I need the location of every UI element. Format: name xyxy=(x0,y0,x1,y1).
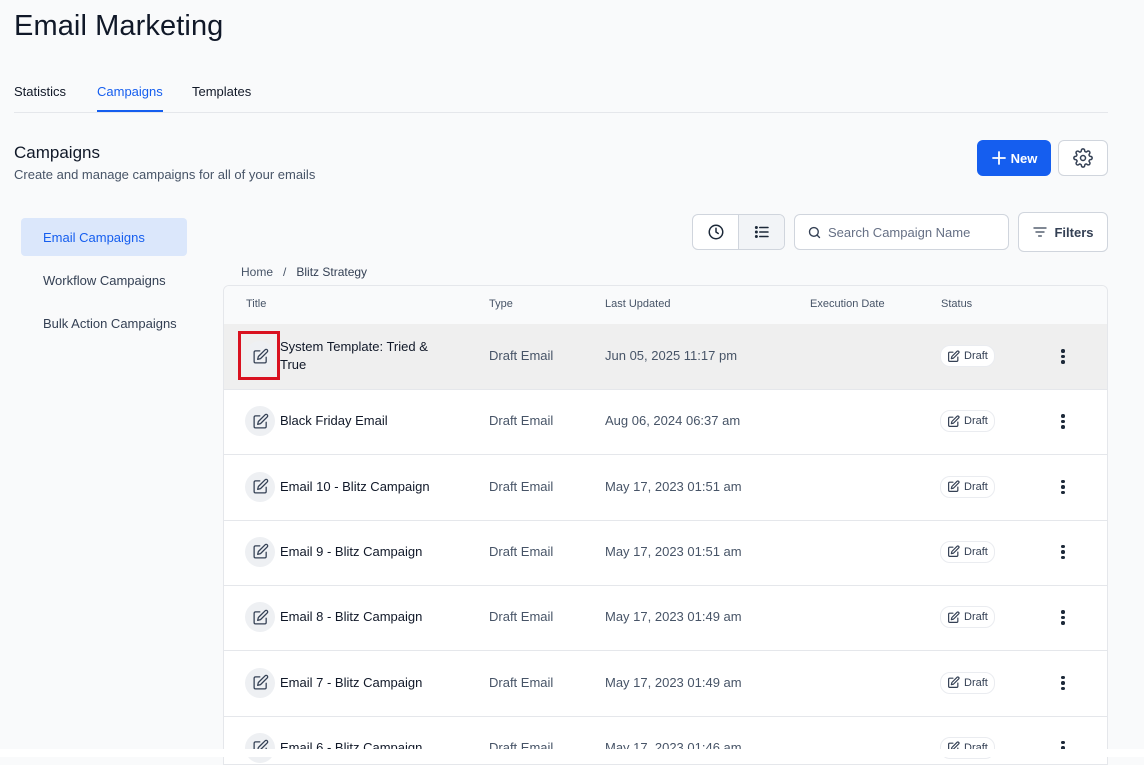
edit-icon[interactable] xyxy=(245,471,275,502)
campaign-last-updated: Jun 05, 2025 11:17 pm xyxy=(605,348,738,363)
breadcrumb-home[interactable]: Home xyxy=(241,265,273,279)
more-options-icon[interactable] xyxy=(1056,479,1070,495)
column-header-execution-date: Execution Date xyxy=(810,298,885,310)
status-label: Draft xyxy=(964,350,988,362)
campaign-type: Draft Email xyxy=(489,478,554,494)
campaign-title[interactable]: Black Friday Email xyxy=(280,412,450,430)
tab-bar: Statistics Campaigns Templates xyxy=(14,82,1108,113)
status-badge: Draft xyxy=(940,345,995,367)
campaign-title[interactable]: Email 7 - Blitz Campaign xyxy=(280,674,450,692)
campaign-last-updated: May 17, 2023 01:51 am xyxy=(605,478,742,494)
edit-icon xyxy=(947,676,960,689)
edit-icon xyxy=(947,480,960,493)
view-toggle xyxy=(692,214,785,250)
filters-label: Filters xyxy=(1054,224,1094,240)
campaigns-table: Title Type Last Updated Execution Date S… xyxy=(223,285,1108,765)
table-row[interactable]: Email 7 - Blitz Campaign Draft Email May 1… xyxy=(224,651,1107,717)
campaign-title[interactable]: Email 10 - Blitz Campaign xyxy=(280,478,450,496)
status-label: Draft xyxy=(964,480,988,493)
table-row[interactable]: Email 9 - Blitz Campaign Draft Email May 1… xyxy=(224,520,1107,586)
status-label: Draft xyxy=(964,415,988,428)
status-badge: Draft xyxy=(940,475,995,498)
list-icon xyxy=(753,223,771,241)
tab-statistics[interactable]: Statistics xyxy=(14,84,66,99)
edit-icon xyxy=(947,415,960,428)
sidebar-item-bulk-action-campaigns[interactable]: Bulk Action Campaigns xyxy=(21,304,187,342)
campaign-title[interactable]: System Template: Tried & True xyxy=(280,338,450,374)
column-header-type: Type xyxy=(489,298,513,310)
tab-templates[interactable]: Templates xyxy=(192,84,251,99)
status-badge: Draft xyxy=(940,410,995,433)
table-row[interactable]: Email 6 - Blitz Campaign Draft Email May 1… xyxy=(224,716,1107,764)
page-title: Email Marketing xyxy=(14,10,224,42)
breadcrumb-current: Blitz Strategy xyxy=(296,265,368,279)
table-row[interactable]: Black Friday Email Draft Email Aug 06, 202… xyxy=(224,389,1107,456)
breadcrumb: Home / Blitz Strategy xyxy=(241,265,367,279)
search-icon xyxy=(807,225,822,240)
more-options-icon[interactable] xyxy=(1056,675,1070,690)
campaign-type: Draft Email xyxy=(489,543,554,559)
breadcrumb-separator: / xyxy=(283,265,287,279)
tab-campaigns[interactable]: Campaigns xyxy=(97,84,163,112)
more-options-icon[interactable] xyxy=(1056,414,1070,429)
list-view-button[interactable] xyxy=(738,215,784,249)
sidebar-item-workflow-campaigns[interactable]: Workflow Campaigns xyxy=(21,261,187,299)
campaign-type: Draft Email xyxy=(489,674,554,690)
table-row[interactable]: System Template: Tried & True Draft Email… xyxy=(224,324,1107,390)
new-button-label: New xyxy=(1010,150,1038,166)
campaign-last-updated: May 17, 2023 01:49 am xyxy=(605,609,742,625)
more-options-icon[interactable] xyxy=(1056,544,1070,560)
section-title: Campaigns xyxy=(14,143,100,162)
campaign-title[interactable]: Email 8 - Blitz Campaign xyxy=(280,608,450,626)
status-label: Draft xyxy=(964,611,988,624)
edit-icon[interactable] xyxy=(245,536,275,567)
campaign-type: Draft Email xyxy=(489,348,554,363)
status-badge: Draft xyxy=(940,540,995,563)
edit-icon xyxy=(947,349,960,363)
plus-icon xyxy=(991,150,1007,166)
gear-icon xyxy=(1073,148,1093,168)
filters-button[interactable]: Filters xyxy=(1018,212,1108,252)
page-bottom-edge xyxy=(0,749,1144,757)
edit-icon xyxy=(947,545,960,558)
edit-icon[interactable] xyxy=(245,602,275,633)
status-badge: Draft xyxy=(940,606,995,629)
campaign-title[interactable]: Email 9 - Blitz Campaign xyxy=(280,543,450,561)
table-row[interactable]: Email 8 - Blitz Campaign Draft Email May 1… xyxy=(224,585,1107,652)
table-row[interactable]: Email 10 - Blitz Campaign Draft Email May … xyxy=(224,455,1107,521)
clock-icon xyxy=(707,223,725,241)
edit-icon xyxy=(947,611,960,624)
campaign-last-updated: May 17, 2023 01:51 am xyxy=(605,543,742,559)
edit-icon[interactable] xyxy=(245,732,275,763)
section-subtitle: Create and manage campaigns for all of y… xyxy=(14,167,316,182)
filter-icon xyxy=(1032,224,1048,240)
edit-icon[interactable] xyxy=(245,341,275,371)
new-campaign-button[interactable]: New xyxy=(977,140,1051,176)
search-box xyxy=(794,214,1009,250)
status-label: Draft xyxy=(964,545,988,558)
sidebar-item-email-campaigns[interactable]: Email Campaigns xyxy=(21,218,187,256)
edit-icon[interactable] xyxy=(245,667,275,698)
edit-icon[interactable] xyxy=(245,406,275,437)
column-header-last-updated: Last Updated xyxy=(605,298,671,310)
campaign-last-updated: Aug 06, 2024 06:37 am xyxy=(605,413,741,429)
sidebar: Email Campaigns Workflow Campaigns Bulk … xyxy=(21,218,187,347)
campaign-last-updated: May 17, 2023 01:49 am xyxy=(605,674,742,690)
column-header-title: Title xyxy=(246,298,267,310)
more-options-icon[interactable] xyxy=(1056,610,1070,625)
campaign-type: Draft Email xyxy=(489,609,554,625)
status-badge: Draft xyxy=(940,671,995,694)
more-options-icon[interactable] xyxy=(1056,349,1070,364)
status-label: Draft xyxy=(964,676,988,689)
history-view-button[interactable] xyxy=(693,215,738,249)
search-input[interactable] xyxy=(828,224,998,240)
campaign-type: Draft Email xyxy=(489,413,554,429)
column-header-status: Status xyxy=(941,298,973,310)
settings-button[interactable] xyxy=(1058,140,1108,176)
table-header: Title Type Last Updated Execution Date S… xyxy=(224,286,1107,325)
